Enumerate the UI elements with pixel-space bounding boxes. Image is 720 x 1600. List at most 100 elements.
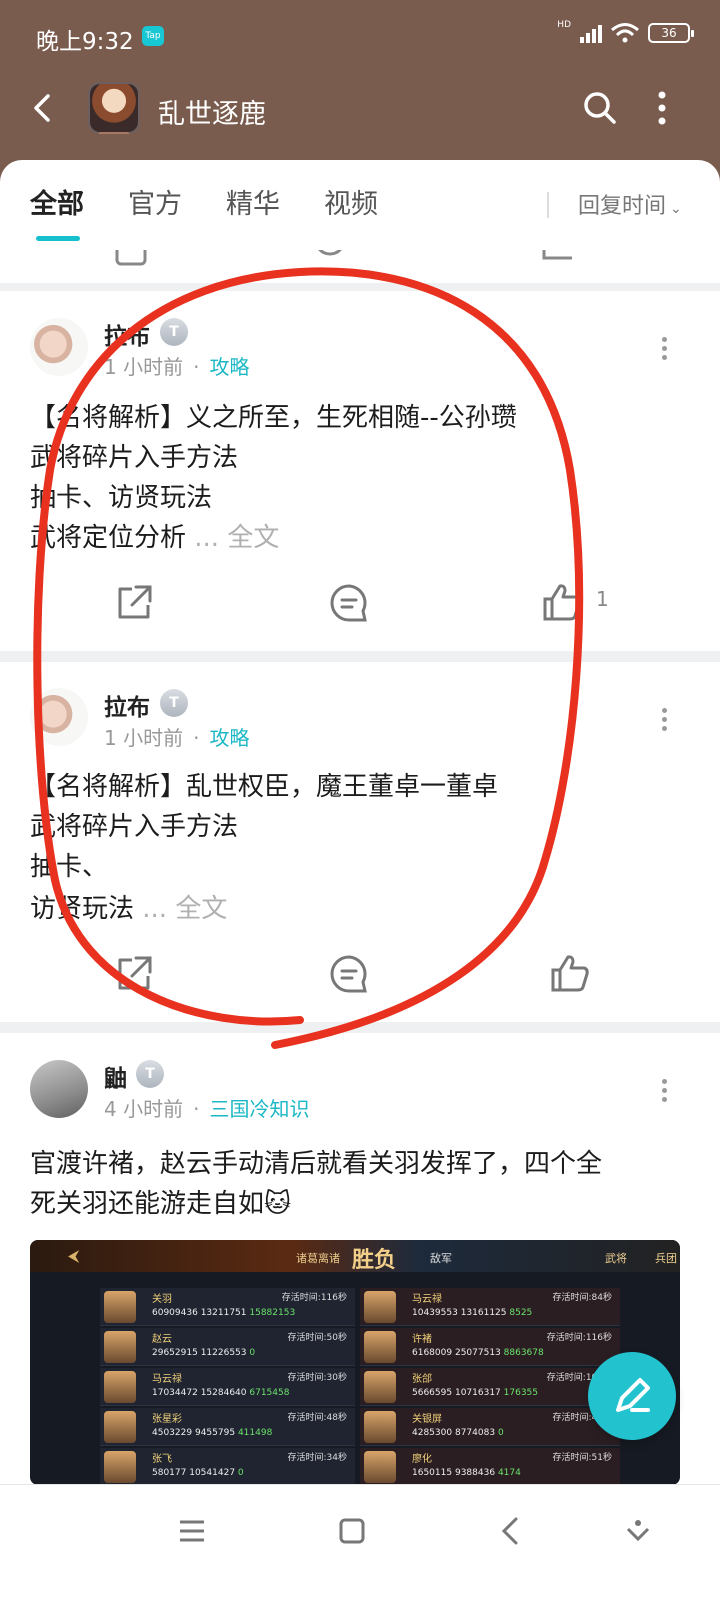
tab-featured[interactable]: 精华: [226, 182, 280, 221]
battery-icon: 36: [648, 23, 694, 43]
general-name: 关羽: [152, 1294, 172, 1305]
post-more-icon[interactable]: [660, 706, 668, 732]
like-icon[interactable]: [540, 250, 580, 264]
general-portrait: [104, 1371, 136, 1403]
damage-value: 580177: [152, 1468, 187, 1478]
game-logo[interactable]: [88, 82, 140, 134]
avatar[interactable]: [30, 1060, 88, 1118]
stat-values: 580177 10541427 0: [152, 1468, 244, 1478]
image-left-team: 诸葛离诸: [296, 1252, 340, 1265]
status-time: 晚上9:32: [36, 29, 134, 55]
back-arrow-icon[interactable]: [26, 90, 62, 126]
active-tab-indicator: [36, 236, 80, 241]
post-text-line: 【名将解析】义之所至，生死相随--公孙瓒: [30, 403, 517, 433]
avatar[interactable]: [30, 688, 88, 746]
taken-value: 13211751: [200, 1308, 247, 1318]
post-text-line: 武将碎片入手方法: [30, 443, 239, 473]
post-time: 1 小时前: [104, 355, 184, 379]
damage-value: 60909436: [152, 1308, 198, 1318]
taken-value: 9388436: [454, 1468, 496, 1478]
heal-value: 8525: [509, 1308, 533, 1318]
general-portrait: [104, 1331, 136, 1363]
image-stat-row: 马云禄 存活时间:30秒 17034472 15284640 6715458: [100, 1368, 355, 1406]
user-level-badge: T: [160, 689, 188, 717]
post-text-line-last: 武将定位分析 ... 全文: [30, 517, 279, 554]
image-tab-troops: 兵团: [655, 1252, 677, 1265]
post-username[interactable]: 拉布: [104, 317, 150, 351]
survival-time: 存活时间:116秒: [546, 1333, 612, 1343]
assistant-icon[interactable]: [618, 1511, 658, 1551]
taken-value: 8774083: [454, 1428, 496, 1438]
post-text-line: 抽卡、: [30, 852, 109, 882]
survival-time: 存活时间:48秒: [287, 1413, 348, 1423]
post-category[interactable]: 三国冷知识: [209, 1097, 309, 1121]
home-icon[interactable]: [332, 1511, 372, 1551]
sort-dropdown[interactable]: 回复时间 ⌄: [578, 188, 682, 220]
heal-value: 6715458: [249, 1388, 290, 1398]
stat-values: 1650115 9388436 4174: [412, 1468, 521, 1478]
like-icon[interactable]: [548, 952, 592, 996]
avatar[interactable]: [30, 318, 88, 376]
share-icon[interactable]: [112, 581, 156, 625]
menu-icon[interactable]: [172, 1511, 212, 1551]
post-image[interactable]: ⮜ 诸葛离诸 胜负 敌军 武将 兵团 关羽 存活时间:116秒 60909436 1…: [30, 1240, 680, 1485]
post-time: 1 小时前: [104, 726, 184, 750]
general-portrait: [364, 1291, 396, 1323]
post-category[interactable]: 攻略: [209, 726, 249, 750]
tap-app-badge: Tap: [142, 26, 164, 46]
stat-values: 17034472 15284640 6715458: [152, 1388, 289, 1398]
back-icon[interactable]: [492, 1511, 532, 1551]
post-meta: 4 小时前 · 三国冷知识: [104, 1097, 310, 1121]
survival-time: 存活时间:51秒: [552, 1453, 613, 1463]
general-name: 马云禄: [412, 1294, 442, 1305]
post-actions: [0, 952, 720, 1002]
general-name: 赵云: [152, 1334, 172, 1345]
share-icon[interactable]: [114, 250, 150, 266]
search-icon[interactable]: [580, 88, 620, 128]
taken-value: 9455795: [194, 1428, 236, 1438]
post-text-line: 死关羽还能游走自如🐱: [30, 1189, 292, 1219]
post-actions: 1: [0, 581, 720, 631]
pen-icon: [616, 1378, 650, 1412]
stat-values: 4503229 9455795 411498: [152, 1428, 272, 1438]
read-more-link[interactable]: ... 全文: [194, 523, 279, 553]
survival-time: 存活时间:84秒: [552, 1293, 613, 1303]
general-portrait: [364, 1411, 396, 1443]
survival-time: 存活时间:116秒: [281, 1293, 347, 1303]
status-bar: 晚上9:32 Tap HD 36: [0, 0, 720, 72]
image-stat-row: 关银屏 存活时间:47秒 4285300 8774083 0: [360, 1408, 620, 1446]
general-portrait: [104, 1451, 136, 1483]
post-category[interactable]: 攻略: [209, 355, 249, 379]
filter-tabs: 全部 官方 精华 视频 回复时间 ⌄: [0, 160, 720, 250]
post-card[interactable]: 拉布 T 1 小时前 · 攻略 【名将解析】乱世权臣，魔王董卓一董卓 武将碎片入手方…: [0, 662, 720, 1022]
comment-icon[interactable]: [327, 581, 371, 625]
post-more-icon[interactable]: [660, 1077, 668, 1103]
post-card[interactable]: 拉布 T 1 小时前 · 攻略 【名将解析】义之所至，生死相随--公孙瓒 武将碎片入…: [0, 291, 720, 651]
compose-post-button[interactable]: [588, 1352, 676, 1440]
general-portrait: [104, 1411, 136, 1443]
post-username[interactable]: 拉布: [104, 688, 150, 722]
tab-official[interactable]: 官方: [128, 182, 182, 221]
post-meta: 1 小时前 · 攻略: [104, 726, 250, 750]
image-stat-row: 许褚 存活时间:116秒 6168009 25077513 8863678: [360, 1328, 620, 1366]
post-username[interactable]: 鼬: [104, 1059, 127, 1093]
tab-video[interactable]: 视频: [324, 182, 378, 221]
tab-all[interactable]: 全部: [30, 182, 84, 221]
post-more-icon[interactable]: [660, 335, 668, 361]
general-name: 廖化: [412, 1454, 432, 1465]
more-vertical-icon[interactable]: [656, 90, 668, 126]
image-stat-row: 张星彩 存活时间:48秒 4503229 9455795 411498: [100, 1408, 355, 1446]
user-level-badge: T: [160, 318, 188, 346]
read-more-link[interactable]: ... 全文: [142, 894, 227, 924]
comment-icon[interactable]: [312, 250, 382, 264]
post-text: 访贤玩法: [30, 894, 135, 924]
system-navigation-bar: [0, 1484, 720, 1600]
post-time: 4 小时前: [104, 1097, 184, 1121]
like-icon[interactable]: [540, 581, 584, 625]
comment-icon[interactable]: [327, 952, 371, 996]
image-stat-row: 赵云 存活时间:50秒 29652915 11226553 0: [100, 1328, 355, 1366]
wifi-icon: [611, 23, 639, 43]
damage-value: 29652915: [152, 1348, 198, 1358]
share-icon[interactable]: [112, 952, 156, 996]
general-name: 许褚: [412, 1334, 432, 1345]
